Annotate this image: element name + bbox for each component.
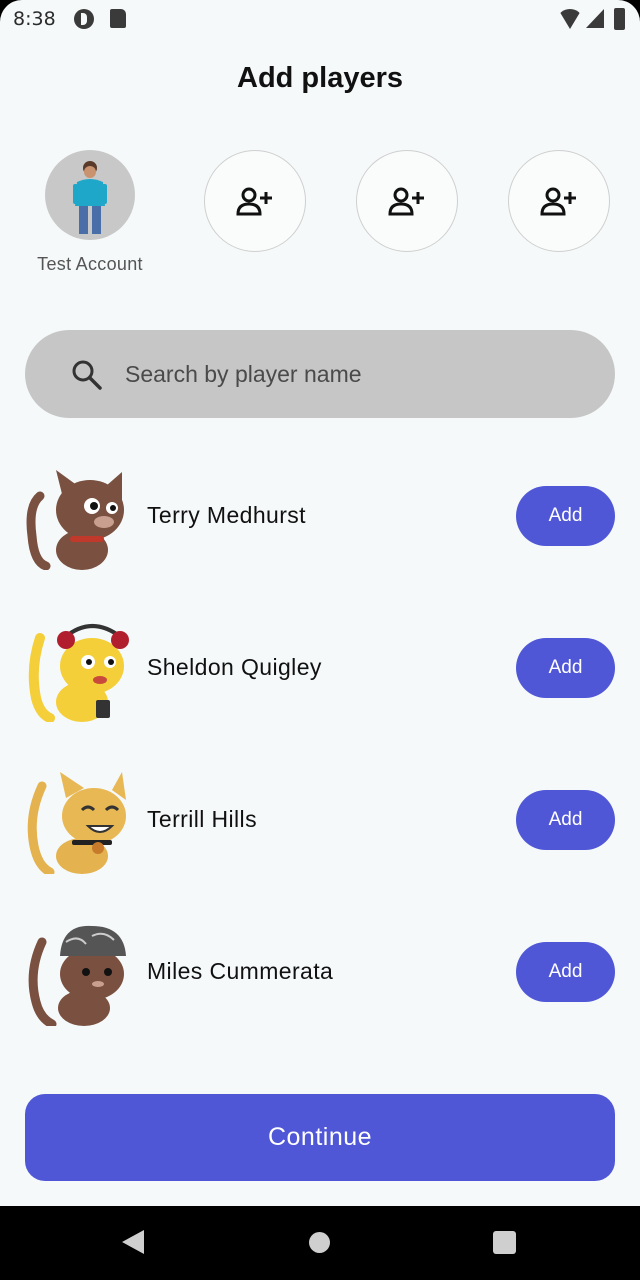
player-name: Miles Cummerata (147, 958, 334, 984)
search-bar[interactable] (25, 330, 615, 418)
empty-player-slot-1[interactable] (204, 150, 306, 252)
avatar (45, 150, 135, 240)
cat-avatar (27, 772, 126, 874)
empty-player-slot-2[interactable] (356, 150, 458, 252)
player-name: Terrill Hills (147, 806, 257, 832)
add-player-button[interactable]: Add (516, 486, 615, 546)
cat-avatar (28, 925, 126, 1026)
home-icon[interactable] (309, 1232, 330, 1253)
cat-avatar (26, 470, 124, 570)
search-input[interactable] (125, 330, 585, 418)
player-row: Terry Medhurst Add (0, 466, 640, 576)
status-time: 8:38 (13, 8, 56, 30)
add-person-icon (388, 187, 424, 216)
continue-button[interactable]: Continue (25, 1094, 615, 1181)
recents-icon[interactable] (493, 1231, 516, 1254)
cat-avatar (28, 624, 129, 722)
add-person-icon (236, 187, 272, 216)
sd-card-icon (110, 9, 126, 28)
player-row: Miles Cummerata Add (0, 922, 640, 1032)
add-person-icon (540, 187, 576, 216)
add-player-button[interactable]: Add (516, 790, 615, 850)
battery-icon (614, 8, 625, 30)
player-name: Terry Medhurst (147, 502, 306, 528)
player-row: Terrill Hills Add (0, 770, 640, 880)
search-icon (72, 360, 102, 390)
back-icon[interactable] (122, 1230, 144, 1254)
add-player-button[interactable]: Add (516, 638, 615, 698)
player-row: Sheldon Quigley Add (0, 618, 640, 728)
add-player-button[interactable]: Add (516, 942, 615, 1002)
page-title: Add players (237, 62, 403, 94)
app-screen: 8:38 Add players Test Account Search by … (0, 0, 640, 1206)
person-photo (73, 161, 107, 234)
wifi-icon (558, 9, 582, 29)
selected-player-name: Test Account (37, 254, 143, 274)
selected-player-slot[interactable]: Test Account (20, 150, 160, 275)
empty-player-slot-3[interactable] (508, 150, 610, 252)
player-name: Sheldon Quigley (147, 654, 322, 680)
cell-signal-icon (586, 9, 604, 28)
app-notification-icon (74, 9, 94, 29)
status-bar: 8:38 (0, 0, 640, 40)
